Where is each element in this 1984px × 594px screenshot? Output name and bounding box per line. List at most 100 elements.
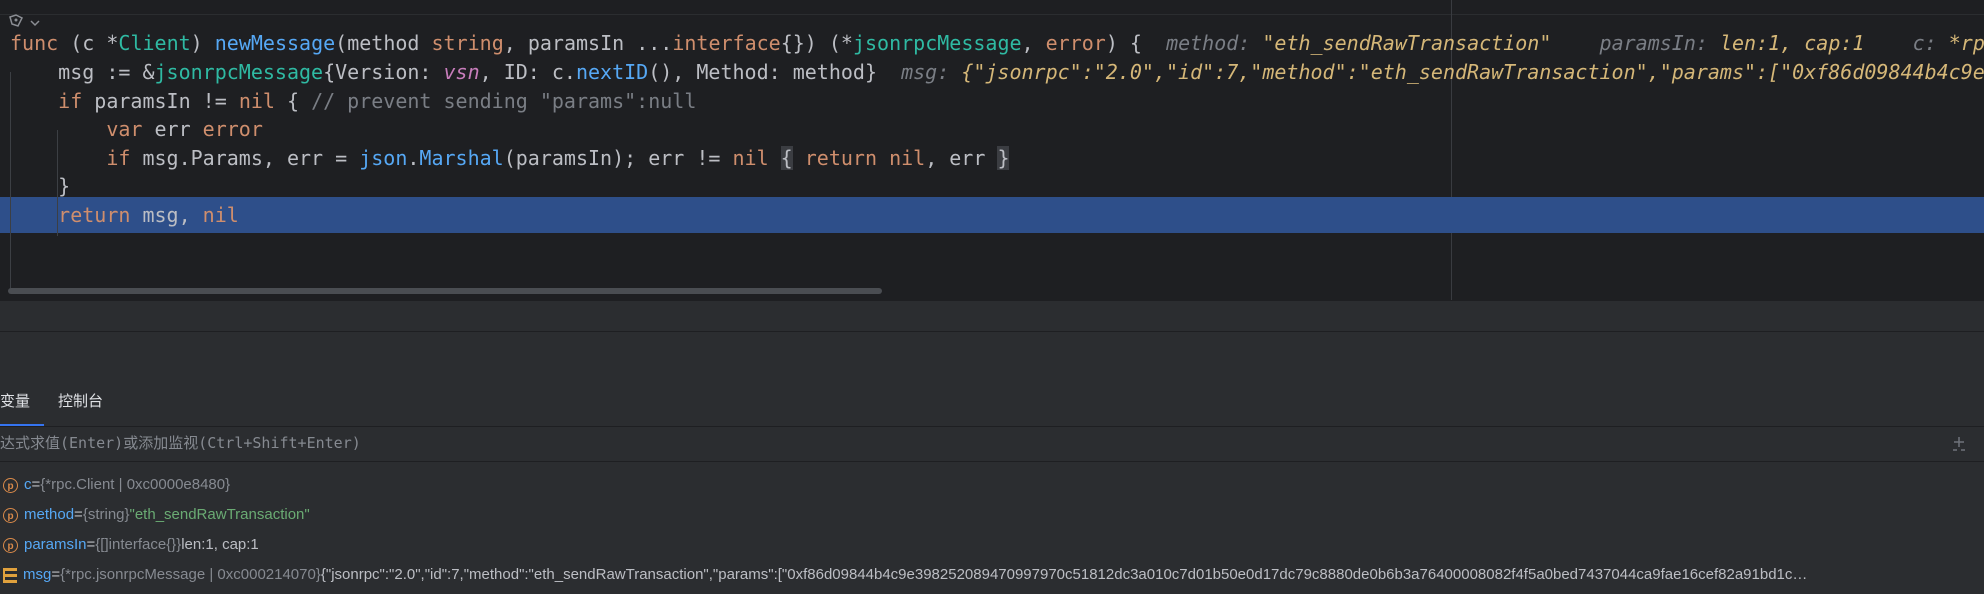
debug-toolbar-area xyxy=(0,331,1984,380)
inline-debug-hint: *rpc. xyxy=(1948,31,1984,55)
variable-type: {[]interface{}} xyxy=(95,536,182,553)
code-token: {Version: xyxy=(323,60,444,84)
variable-value: {"jsonrpc":"2.0","id":7,"method":"eth_se… xyxy=(320,566,1808,583)
variable-name: c xyxy=(24,476,32,493)
inline-debug-hint: c: xyxy=(1912,31,1949,55)
code-token: {}) (* xyxy=(780,31,853,55)
code-token: , paramsIn ... xyxy=(503,31,673,55)
code-token: Marshal xyxy=(419,146,504,170)
code-line-current[interactable]: return msg, nil xyxy=(0,197,1984,233)
code-editor[interactable]: func (c *Client) newMessage(method strin… xyxy=(0,0,1984,300)
code-token: var xyxy=(106,117,143,141)
variable-name: paramsIn xyxy=(24,536,87,553)
code-token: newMessage xyxy=(214,31,336,55)
code-token: return xyxy=(58,203,131,227)
code-token: nil xyxy=(238,89,275,113)
inline-debug-hint: "eth_sendRawTransaction" xyxy=(1262,31,1552,55)
code-token: ) xyxy=(190,31,215,55)
add-watch-icon[interactable] xyxy=(1950,435,1968,453)
panel-splitter[interactable] xyxy=(0,300,1984,380)
code-token: Client xyxy=(118,31,191,55)
inline-debug-hint: {"jsonrpc":"2.0","id":7,"method":"eth_se… xyxy=(961,60,1984,84)
code-token: , ID: xyxy=(479,60,552,84)
code-token: * xyxy=(94,31,119,55)
code-token: jsonrpcMessage xyxy=(852,31,1022,55)
code-token: nil xyxy=(889,146,926,170)
code-token: paramsIn != xyxy=(82,89,239,113)
variable-value: len:1, cap:1 xyxy=(181,536,259,553)
evaluate-expression-bar xyxy=(0,426,1984,462)
variable-equals: = xyxy=(51,566,61,583)
variable-row[interactable]: msg = {*rpc.jsonrpcMessage | 0xc00021407… xyxy=(0,560,1807,590)
code-token: , xyxy=(1021,31,1046,55)
variable-row[interactable]: p paramsIn = {[]interface{}} len:1, cap:1 xyxy=(0,530,259,560)
variable-name: msg xyxy=(23,566,52,583)
variable-type: {*rpc.Client | 0xc0000e8480} xyxy=(40,476,231,493)
code-token: , err xyxy=(925,146,998,170)
code-token: vsn xyxy=(443,60,480,84)
code-token: json xyxy=(359,146,408,170)
indent-guide xyxy=(10,72,11,290)
variable-type: {*rpc.jsonrpcMessage | 0xc000214070} xyxy=(60,566,321,583)
code-token: msg, xyxy=(130,203,203,227)
code-token: nil xyxy=(732,146,769,170)
code-token: msg.Params, err = xyxy=(130,146,360,170)
variable-value: "eth_sendRawTransaction" xyxy=(129,506,310,523)
inline-debug-hint: msg: xyxy=(901,60,962,84)
tab-variables[interactable]: 变量 xyxy=(0,378,45,426)
code-token: return xyxy=(804,146,878,170)
parameter-icon: p xyxy=(3,537,18,553)
editor-top-bar xyxy=(0,0,1984,15)
variable-row[interactable]: pc = {*rpc.Client | 0xc0000e8480} xyxy=(0,470,230,500)
code-token: c xyxy=(551,60,564,84)
variable-name: method xyxy=(24,506,75,523)
code-token: func xyxy=(10,31,59,55)
debug-tabs: 变量 控制台 xyxy=(0,378,117,426)
variable-row[interactable]: p method = {string} "eth_sendRawTransacti… xyxy=(0,500,310,530)
inline-debug-hint: len:1, cap:1 xyxy=(1719,31,1865,55)
field-list-icon xyxy=(3,567,17,583)
code-token: msg := & xyxy=(10,60,155,84)
code-token: . xyxy=(563,60,576,84)
code-token: (paramsIn); err != xyxy=(503,146,733,170)
indent-guide xyxy=(57,130,58,236)
inline-debug-hint: paramsIn: xyxy=(1599,31,1720,55)
code-token: { xyxy=(780,146,793,170)
code-token: err xyxy=(142,117,203,141)
code-token: error xyxy=(1045,31,1106,55)
code-token: if xyxy=(106,146,131,170)
code-token: c xyxy=(82,31,95,55)
code-token: // prevent sending "params":null xyxy=(311,89,697,113)
inline-debug-hint: method: xyxy=(1166,31,1263,55)
code-token: { xyxy=(274,89,312,113)
code-token: interface xyxy=(672,31,781,55)
variable-equals: = xyxy=(86,536,96,553)
horizontal-scrollbar[interactable] xyxy=(8,288,882,294)
code-token: string xyxy=(431,31,504,55)
code-token: } xyxy=(10,174,71,198)
parameter-icon: p xyxy=(3,507,18,523)
parameter-icon: p xyxy=(3,477,18,493)
evaluate-expression-input[interactable] xyxy=(0,429,1900,457)
code-token: ) { xyxy=(1105,31,1167,55)
variable-equals: = xyxy=(74,506,83,523)
code-token: (method xyxy=(335,31,432,55)
tab-console[interactable]: 控制台 xyxy=(44,378,117,426)
variable-type: {string} xyxy=(82,506,130,523)
code-token: nextID xyxy=(575,60,649,84)
code-token: } xyxy=(997,146,1010,170)
code-token: error xyxy=(202,117,263,141)
code-token: nil xyxy=(202,203,239,227)
code-token: (), Method: method} xyxy=(648,60,902,84)
code-token: if xyxy=(58,89,83,113)
code-token: . xyxy=(407,146,420,170)
